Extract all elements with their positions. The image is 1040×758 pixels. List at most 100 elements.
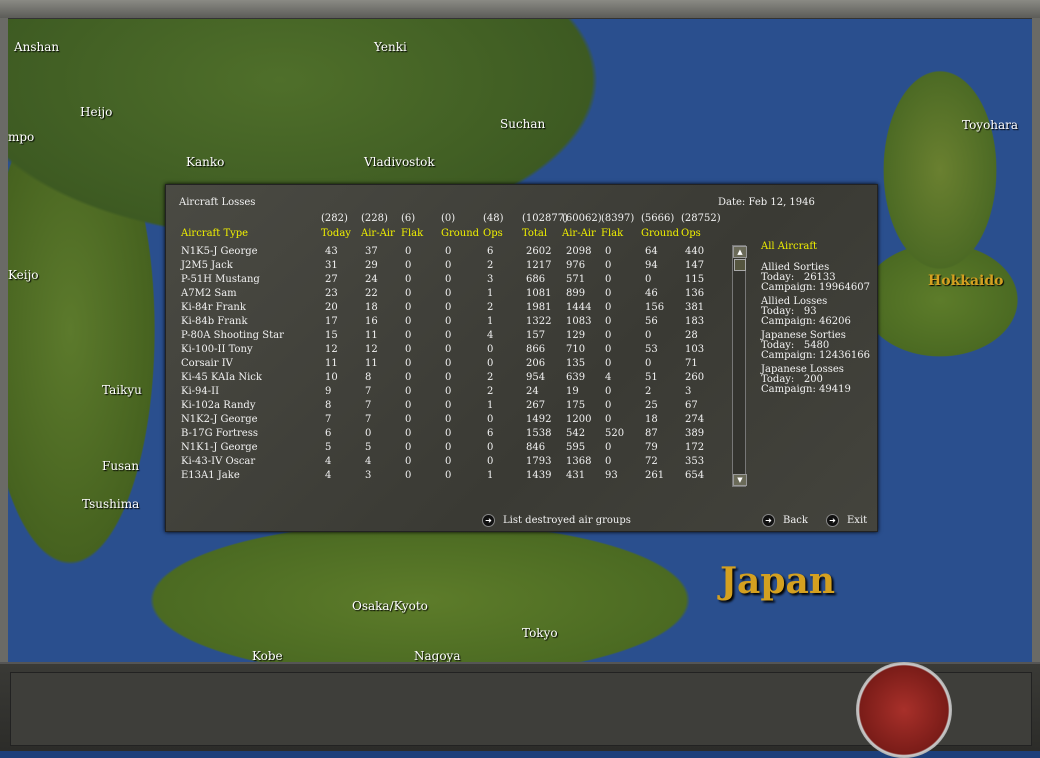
cell-value: 2602 bbox=[526, 246, 552, 257]
region-label-hokkaido: Hokkaido bbox=[928, 273, 1004, 289]
scroll-up-button[interactable]: ▲ bbox=[733, 246, 747, 258]
column-header[interactable]: Ground bbox=[441, 228, 479, 239]
cell-value: 37 bbox=[365, 246, 378, 257]
column-header[interactable]: Today bbox=[321, 228, 351, 239]
table-row[interactable]: E13A1 Jake 4 3 0 0 1 1439 431 93 261 654 bbox=[166, 470, 726, 484]
column-header[interactable]: Flak bbox=[401, 228, 423, 239]
table-row[interactable]: A7M2 Sam 23 22 0 0 1 1081 899 0 46 136 bbox=[166, 288, 726, 302]
table-row[interactable]: Ki-102a Randy 8 7 0 0 1 267 175 0 25 67 bbox=[166, 400, 726, 414]
map-label: Kobe bbox=[252, 649, 283, 663]
table-row[interactable]: Ki-84b Frank 17 16 0 0 1 1322 1083 0 56 183 bbox=[166, 316, 726, 330]
cell-value: 8 bbox=[325, 400, 332, 411]
cell-value: 1 bbox=[487, 316, 494, 327]
table-row[interactable]: J2M5 Jack 31 29 0 0 2 1217 976 0 94 147 bbox=[166, 260, 726, 274]
table-row[interactable]: N1K1-J George 5 5 0 0 0 846 595 0 79 172 bbox=[166, 442, 726, 456]
table-row[interactable]: N1K2-J George 7 7 0 0 0 1492 1200 0 18 274 bbox=[166, 414, 726, 428]
cell-value: 115 bbox=[685, 274, 705, 285]
map-label: Keijo bbox=[8, 268, 39, 282]
column-header[interactable]: Total bbox=[522, 228, 547, 239]
column-header[interactable]: Ops bbox=[681, 228, 701, 239]
column-total: (0) bbox=[441, 213, 456, 224]
table-row[interactable]: Ki-43-IV Oscar 4 4 0 0 0 1793 1368 0 72 353 bbox=[166, 456, 726, 470]
map-label: Osaka/Kyoto bbox=[352, 599, 428, 613]
list-destroyed-button[interactable]: ➜ List destroyed air groups bbox=[482, 514, 631, 527]
cell-value: 0 bbox=[445, 358, 452, 369]
cell-value: 0 bbox=[445, 456, 452, 467]
table-row[interactable]: P-80A Shooting Star 15 11 0 0 4 157 129 0 0 28 bbox=[166, 330, 726, 344]
column-header[interactable]: Flak bbox=[601, 228, 623, 239]
scroll-down-button[interactable]: ▼ bbox=[733, 474, 747, 486]
map-label: Toyohara bbox=[962, 118, 1019, 132]
scroll-thumb[interactable] bbox=[734, 259, 746, 271]
aircraft-type-header[interactable]: Aircraft Type bbox=[181, 228, 248, 239]
cell-value: 0 bbox=[405, 274, 412, 285]
cell-value: 64 bbox=[645, 246, 658, 257]
cell-value: 18 bbox=[365, 302, 378, 313]
cell-value: 4 bbox=[325, 456, 332, 467]
scrollbar[interactable]: ▲ ▼ bbox=[732, 245, 747, 487]
cell-value: 0 bbox=[445, 316, 452, 327]
cell-value: 6 bbox=[487, 246, 494, 257]
back-label: Back bbox=[783, 515, 808, 526]
cell-value: 0 bbox=[645, 274, 652, 285]
cell-value: 710 bbox=[566, 344, 586, 355]
table-row[interactable]: B-17G Fortress 6 0 0 0 6 1538 542 520 87 389 bbox=[166, 428, 726, 442]
cell-value: 0 bbox=[445, 470, 452, 481]
table-row[interactable]: Ki-94-II 9 7 0 0 2 24 19 0 2 3 bbox=[166, 386, 726, 400]
column-header[interactable]: Ground bbox=[641, 228, 679, 239]
column-header[interactable]: Air-Air bbox=[562, 228, 596, 239]
stat-campaign: Campaign: 46206 bbox=[761, 316, 851, 327]
aircraft-name: Ki-100-II Tony bbox=[181, 344, 253, 355]
cell-value: 1217 bbox=[526, 260, 552, 271]
map-label: Kanko bbox=[186, 155, 225, 169]
table-row[interactable]: Corsair IV 11 11 0 0 0 206 135 0 0 71 bbox=[166, 358, 726, 372]
cell-value: 0 bbox=[605, 330, 612, 341]
map-label: Taikyu bbox=[102, 383, 142, 397]
cell-value: 4 bbox=[487, 330, 494, 341]
cell-value: 19 bbox=[566, 386, 579, 397]
cell-value: 846 bbox=[526, 442, 546, 453]
table-row[interactable]: Ki-100-II Tony 12 12 0 0 0 866 710 0 53 103 bbox=[166, 344, 726, 358]
cell-value: 11 bbox=[365, 358, 378, 369]
map-label: Tokyo bbox=[522, 626, 558, 640]
cell-value: 94 bbox=[645, 260, 658, 271]
cell-value: 71 bbox=[685, 358, 698, 369]
cell-value: 267 bbox=[526, 400, 546, 411]
left-frame bbox=[0, 18, 8, 663]
cell-value: 16 bbox=[365, 316, 378, 327]
column-header[interactable]: Ops bbox=[483, 228, 503, 239]
cell-value: 0 bbox=[487, 442, 494, 453]
cell-value: 1538 bbox=[526, 428, 552, 439]
cell-value: 7 bbox=[325, 414, 332, 425]
cell-value: 27 bbox=[325, 274, 338, 285]
table-row[interactable]: Ki-45 KAIa Nick 10 8 0 0 2 954 639 4 51 260 bbox=[166, 372, 726, 386]
cell-value: 24 bbox=[526, 386, 539, 397]
cell-value: 1444 bbox=[566, 302, 592, 313]
column-header[interactable]: Air-Air bbox=[361, 228, 395, 239]
cell-value: 87 bbox=[645, 428, 658, 439]
aircraft-filter[interactable]: All Aircraft bbox=[761, 241, 817, 252]
column-total: (228) bbox=[361, 213, 388, 224]
aircraft-name: Ki-43-IV Oscar bbox=[181, 456, 256, 467]
cell-value: 11 bbox=[325, 358, 338, 369]
map-label: Heijo bbox=[80, 105, 113, 119]
cell-value: 72 bbox=[645, 456, 658, 467]
cell-value: 183 bbox=[685, 316, 705, 327]
map-label: Suchan bbox=[500, 117, 546, 131]
table-row[interactable]: P-51H Mustang 27 24 0 0 3 686 571 0 0 115 bbox=[166, 274, 726, 288]
cell-value: 51 bbox=[645, 372, 658, 383]
cell-value: 595 bbox=[566, 442, 586, 453]
cell-value: 4 bbox=[605, 372, 612, 383]
table-row[interactable]: Ki-84r Frank 20 18 0 0 2 1981 1444 0 156 381 bbox=[166, 302, 726, 316]
table-row[interactable]: N1K5-J George 43 37 0 0 6 2602 2098 0 64 440 bbox=[166, 246, 726, 260]
japan-seal-icon[interactable] bbox=[856, 662, 952, 758]
cell-value: 103 bbox=[685, 344, 705, 355]
cell-value: 6 bbox=[487, 428, 494, 439]
cell-value: 0 bbox=[405, 330, 412, 341]
cell-value: 12 bbox=[325, 344, 338, 355]
cell-value: 2 bbox=[487, 302, 494, 313]
cell-value: 20 bbox=[325, 302, 338, 313]
cell-value: 1 bbox=[487, 470, 494, 481]
back-button[interactable]: ➜ Back bbox=[762, 514, 808, 527]
exit-button[interactable]: ➜ Exit bbox=[826, 514, 867, 527]
